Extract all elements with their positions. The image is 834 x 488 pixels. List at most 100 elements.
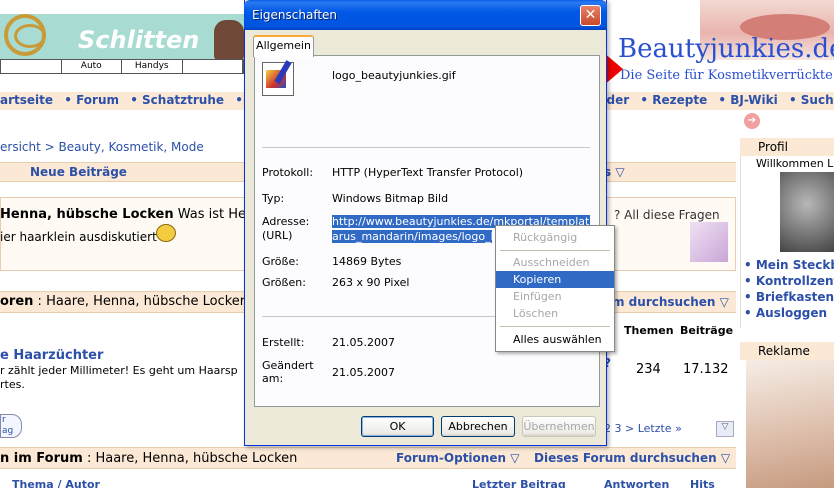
banner-figure bbox=[214, 20, 244, 60]
menu-item-undo[interactable]: Rückgängig bbox=[496, 229, 614, 246]
main-nav-right: nder • Rezepte • BJ-Wiki • Suche bbox=[598, 93, 834, 107]
menu-item-copy[interactable]: Kopieren bbox=[496, 271, 614, 288]
value-typ: Windows Bitmap Bild bbox=[332, 192, 449, 205]
pager-dropdown-icon[interactable]: ▽ bbox=[716, 421, 734, 437]
column-letzter-beitrag[interactable]: Letzter Beitrag bbox=[472, 478, 566, 488]
banner-nav-auto[interactable]: Auto bbox=[62, 60, 122, 73]
nav-schatztruhe[interactable]: • Schatztruhe bbox=[130, 93, 224, 107]
im-forum-prefix: n im Forum bbox=[0, 451, 83, 466]
topic-column-headers: Thema / Autor Letzter Beitrag Antworten … bbox=[0, 476, 736, 488]
subforum-title: Haare, Henna, hübsche Locker bbox=[46, 294, 246, 309]
subforum-prefix: oren bbox=[0, 294, 34, 309]
forum-info-desc: Was ist Hen bbox=[177, 207, 255, 222]
menu-separator bbox=[500, 326, 610, 327]
dialog-title: Eigenschaften bbox=[252, 8, 338, 22]
schlitten-title: Schlitten bbox=[78, 26, 200, 54]
forum-search-dropdown[interactable]: Dieses Forum durchsuchen ▽ bbox=[534, 451, 730, 465]
forum-info-right-text: ? All diese Fragen bbox=[614, 208, 720, 222]
menu-item-cut[interactable]: Ausschneiden bbox=[496, 254, 614, 271]
label-typ: Typ: bbox=[262, 192, 285, 205]
menu-item-paste[interactable]: Einfügen bbox=[496, 288, 614, 305]
breadcrumb[interactable]: ersicht > Beauty, Kosmetik, Mode bbox=[0, 140, 204, 154]
profile-link-briefkasten[interactable]: • Briefkasten bbox=[744, 290, 834, 304]
ad-image[interactable] bbox=[746, 360, 834, 488]
column-thema-autor[interactable]: Thema / Autor bbox=[12, 478, 100, 488]
value-erstellt: 21.05.2007 bbox=[332, 336, 395, 349]
cancel-button[interactable]: Abbrechen bbox=[441, 416, 515, 437]
nav-bj-wiki[interactable]: • BJ-Wiki bbox=[718, 93, 777, 107]
menu-item-select-all[interactable]: Alles auswählen bbox=[496, 331, 614, 348]
value-groesse: 14869 Bytes bbox=[332, 255, 402, 268]
new-topic-button[interactable]: r ag bbox=[0, 414, 22, 438]
forum-search-full-label: Dieses Forum durchsuchen bbox=[534, 451, 717, 465]
banner-nav-strip: Auto Handys bbox=[0, 59, 244, 74]
forum-options-label: Forum-Optionen bbox=[396, 451, 507, 465]
nav-forum[interactable]: • Forum bbox=[64, 93, 119, 107]
url-selected-line2: arus_mandarin/images/logo_beau bbox=[332, 230, 492, 243]
circle-arrow-icon[interactable]: ➔ bbox=[744, 113, 760, 129]
nav-suche[interactable]: • Suche bbox=[789, 93, 834, 107]
themen-count: 234 bbox=[636, 362, 661, 377]
nav-startseite[interactable]: artseite bbox=[0, 93, 53, 107]
column-antworten[interactable]: Antworten bbox=[604, 478, 669, 488]
profile-link-kontrollzentrum[interactable]: • Kontrollzent bbox=[744, 274, 834, 288]
new-posts-link[interactable]: Neue Beiträge bbox=[30, 165, 127, 179]
close-button[interactable]: ✕ bbox=[580, 5, 601, 26]
banner-nav-handys[interactable]: Handys bbox=[122, 60, 183, 73]
pagination[interactable]: 2 3 > Letzte » bbox=[604, 422, 682, 435]
label-groesse: Größe: bbox=[262, 255, 299, 268]
tab-allgemein[interactable]: Allgemein bbox=[253, 35, 314, 57]
im-forum-title: Haare, Henna, hübsche Locken bbox=[95, 451, 298, 466]
column-themen: Themen bbox=[624, 324, 674, 337]
profile-link-steckbrief[interactable]: • Mein Steckb bbox=[744, 258, 834, 272]
avatar bbox=[780, 172, 834, 252]
chevron-down-icon: ▽ bbox=[506, 451, 520, 465]
forum-search-label: m durchsuchen bbox=[612, 295, 716, 309]
nav-rezepte[interactable]: • Rezepte bbox=[640, 93, 707, 107]
forum-info-title-line: Henna, hübsche Locken Was ist Hen bbox=[0, 207, 254, 222]
beitraege-count: 17.132 bbox=[683, 362, 729, 377]
beautyjunkies-tagline: Die Seite für Kosmetikverrückte bbox=[620, 68, 833, 83]
subforum-description-end: rtes. bbox=[0, 378, 25, 391]
banner-nav-cell[interactable] bbox=[1, 60, 62, 73]
url-field-line2[interactable]: arus_mandarin/images/logo_beau bbox=[332, 230, 492, 244]
value-geaendert: 21.05.2007 bbox=[332, 366, 395, 379]
smiley-icon bbox=[156, 224, 176, 242]
profile-title: Profil bbox=[740, 138, 834, 156]
main-nav-left: artseite • Forum • Schatztruhe • Tip bbox=[0, 93, 275, 107]
column-hits[interactable]: Hits bbox=[690, 478, 715, 488]
banner-nav-cell[interactable] bbox=[183, 60, 243, 73]
forum-options-dropdown[interactable]: Forum-Optionen ▽ bbox=[396, 451, 519, 465]
subforum-haarzuechter-link[interactable]: e Haarzüchter bbox=[0, 348, 103, 363]
forum-info-thumbnail bbox=[690, 222, 728, 262]
label-protokoll: Protokoll: bbox=[262, 166, 314, 179]
label-geaendert: Geändert am: bbox=[262, 359, 314, 385]
header-s-dropdown[interactable]: s ▽ bbox=[604, 165, 625, 179]
profile-link-briefkasten-label: Briefkasten bbox=[755, 290, 834, 304]
chevron-down-icon: ▽ bbox=[611, 165, 625, 179]
subforum-title-line: oren : Haare, Henna, hübsche Locker bbox=[0, 294, 246, 309]
forum-search-dropdown-top[interactable]: m durchsuchen ▽ bbox=[612, 295, 729, 309]
separator bbox=[262, 147, 590, 148]
subforum-description: r zählt jeder Millimeter! Es geht um Haa… bbox=[0, 364, 238, 377]
ok-button[interactable]: OK bbox=[361, 416, 434, 437]
profile-link-ausloggen[interactable]: • Ausloggen bbox=[744, 306, 827, 320]
im-forum-title-line: n im Forum : Haare, Henna, hübsche Locke… bbox=[0, 451, 298, 466]
file-name: logo_beautyjunkies.gif bbox=[332, 69, 456, 82]
label-adresse: Adresse: (URL) bbox=[262, 215, 310, 242]
chevron-down-icon: ▽ bbox=[716, 451, 731, 465]
menu-item-delete[interactable]: Löschen bbox=[496, 305, 614, 322]
profile-link-kontrollzentrum-label: Kontrollzent bbox=[755, 274, 834, 288]
profile-welcome: Willkommen L bbox=[756, 157, 834, 170]
label-erstellt: Erstellt: bbox=[262, 336, 305, 349]
beautyjunkies-logo[interactable]: Beautyjunkies.de bbox=[618, 34, 834, 64]
forum-info-line2: ier haarklein ausdiskutiert bbox=[0, 230, 157, 244]
chevron-down-icon: ▽ bbox=[715, 295, 729, 309]
lasso-loop-icon bbox=[14, 24, 46, 48]
ad-title: Reklame bbox=[740, 342, 834, 360]
forum-info-title: Henna, hübsche Locken bbox=[0, 207, 174, 222]
apply-button[interactable]: Übernehmen bbox=[522, 416, 596, 437]
value-groessen: 263 x 90 Pixel bbox=[332, 276, 410, 289]
menu-separator bbox=[500, 250, 610, 251]
column-beitraege: Beiträge bbox=[680, 324, 734, 337]
